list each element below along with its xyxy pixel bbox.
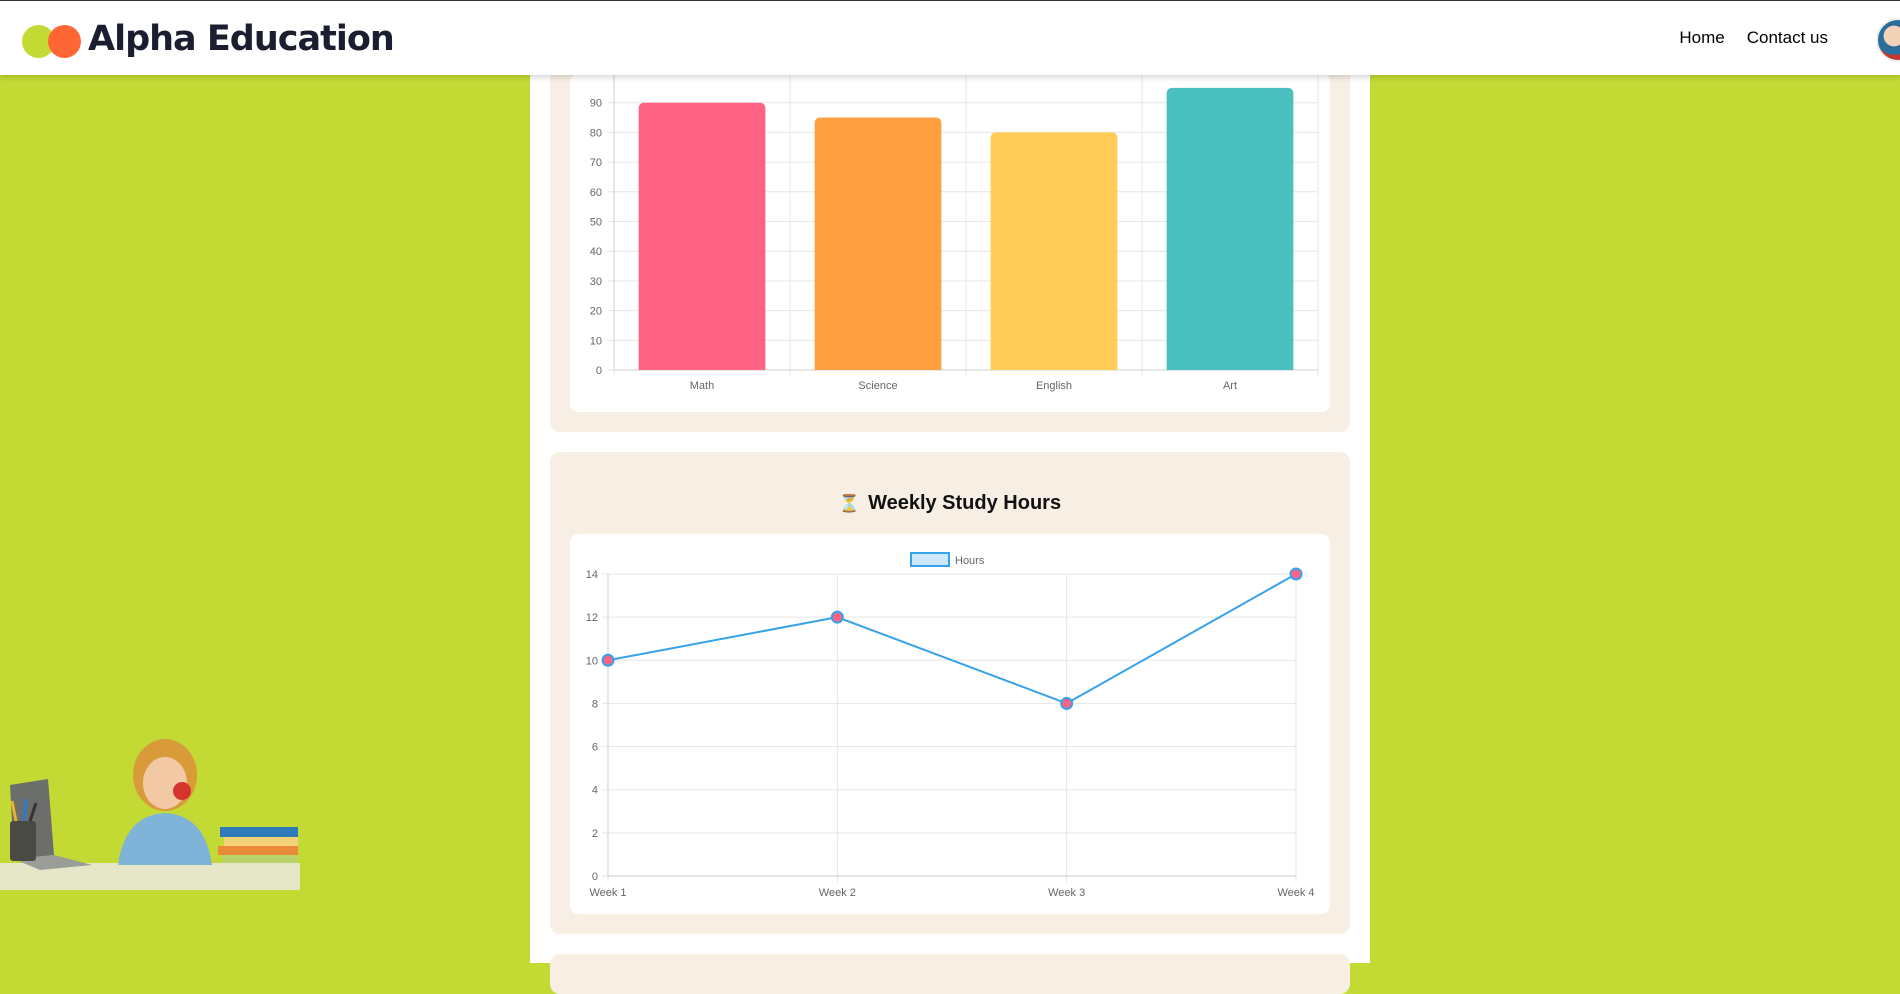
y-tick-label: 14 [586, 569, 598, 581]
study-hours-title: ⏳ Weekly Study Hours [550, 492, 1350, 515]
y-tick-label: 80 [590, 127, 602, 139]
brand-name: Alpha Education [88, 19, 395, 59]
next-card [550, 954, 1350, 994]
y-tick-label: 90 [590, 98, 602, 110]
bar-chart-container: 0 10 20 30 40 50 60 70 80 90 Math Science English Art [570, 74, 1330, 412]
nav-links: Home Contact us [1679, 28, 1828, 48]
legend-swatch [910, 552, 950, 567]
bar-english [990, 132, 1118, 370]
series-line-hours [607, 573, 1297, 705]
y-tick-label: 70 [590, 157, 602, 169]
y-tick-label: 2 [592, 828, 598, 840]
y-tick-label: 10 [586, 655, 598, 667]
x-tick-label: Week 2 [819, 887, 856, 899]
study-hours-title-text: Weekly Study Hours [868, 492, 1062, 514]
kid-studying-illustration [0, 735, 300, 890]
x-tick-label: Math [690, 380, 714, 392]
y-tick-label: 30 [590, 276, 602, 288]
x-tick-label: Week 3 [1048, 887, 1085, 899]
hourglass-icon: ⏳ [838, 494, 861, 513]
x-tick-label: Week 1 [589, 887, 626, 899]
y-tick-label: 0 [592, 871, 598, 883]
x-tick-label: Science [858, 380, 897, 392]
logo-orange-circle [48, 25, 81, 58]
bar-chart: 0 10 20 30 40 50 60 70 80 90 Math Science English Art [590, 74, 1319, 392]
data-point [1060, 696, 1074, 710]
y-tick-label: 60 [590, 187, 602, 199]
bar-science [814, 117, 942, 370]
top-navbar: Alpha Education Home Contact us [0, 0, 1900, 75]
y-tick-label: 10 [590, 335, 602, 347]
line-chart-container: Hours 0 2 4 6 8 10 12 14 Week 1 Week 2 Week 3 Week 4 [570, 534, 1330, 914]
y-tick-label: 12 [586, 612, 598, 624]
data-point [830, 610, 844, 624]
study-hours-card: ⏳ Weekly Study Hours Hours 0 2 4 6 8 10 12 14 Week… [550, 452, 1350, 934]
line-chart: Hours 0 2 4 6 8 10 12 14 Week 1 Week 2 Week 3 Week 4 [586, 552, 1315, 899]
bar-art [1166, 87, 1294, 370]
y-tick-label: 20 [590, 306, 602, 318]
y-tick-label: 6 [592, 742, 598, 754]
y-tick-label: 50 [590, 217, 602, 229]
y-tick-label: 40 [590, 246, 602, 258]
y-tick-label: 4 [592, 785, 598, 797]
x-tick-label: Art [1223, 380, 1237, 392]
data-point [1289, 567, 1303, 581]
x-tick-label: English [1036, 380, 1072, 392]
y-tick-label: 8 [592, 698, 598, 710]
main-content: 0 10 20 30 40 50 60 70 80 90 Math Science English Art… [530, 54, 1370, 994]
y-tick-label: 0 [596, 365, 602, 377]
bar-math [638, 102, 766, 370]
nav-home-link[interactable]: Home [1679, 28, 1724, 48]
nav-contact-link[interactable]: Contact us [1747, 28, 1828, 48]
legend-label: Hours [955, 555, 985, 567]
user-avatar[interactable] [1876, 18, 1900, 62]
data-point [601, 653, 615, 667]
x-tick-label: Week 4 [1277, 887, 1314, 899]
subject-scores-card: 0 10 20 30 40 50 60 70 80 90 Math Science English Art [550, 54, 1350, 432]
